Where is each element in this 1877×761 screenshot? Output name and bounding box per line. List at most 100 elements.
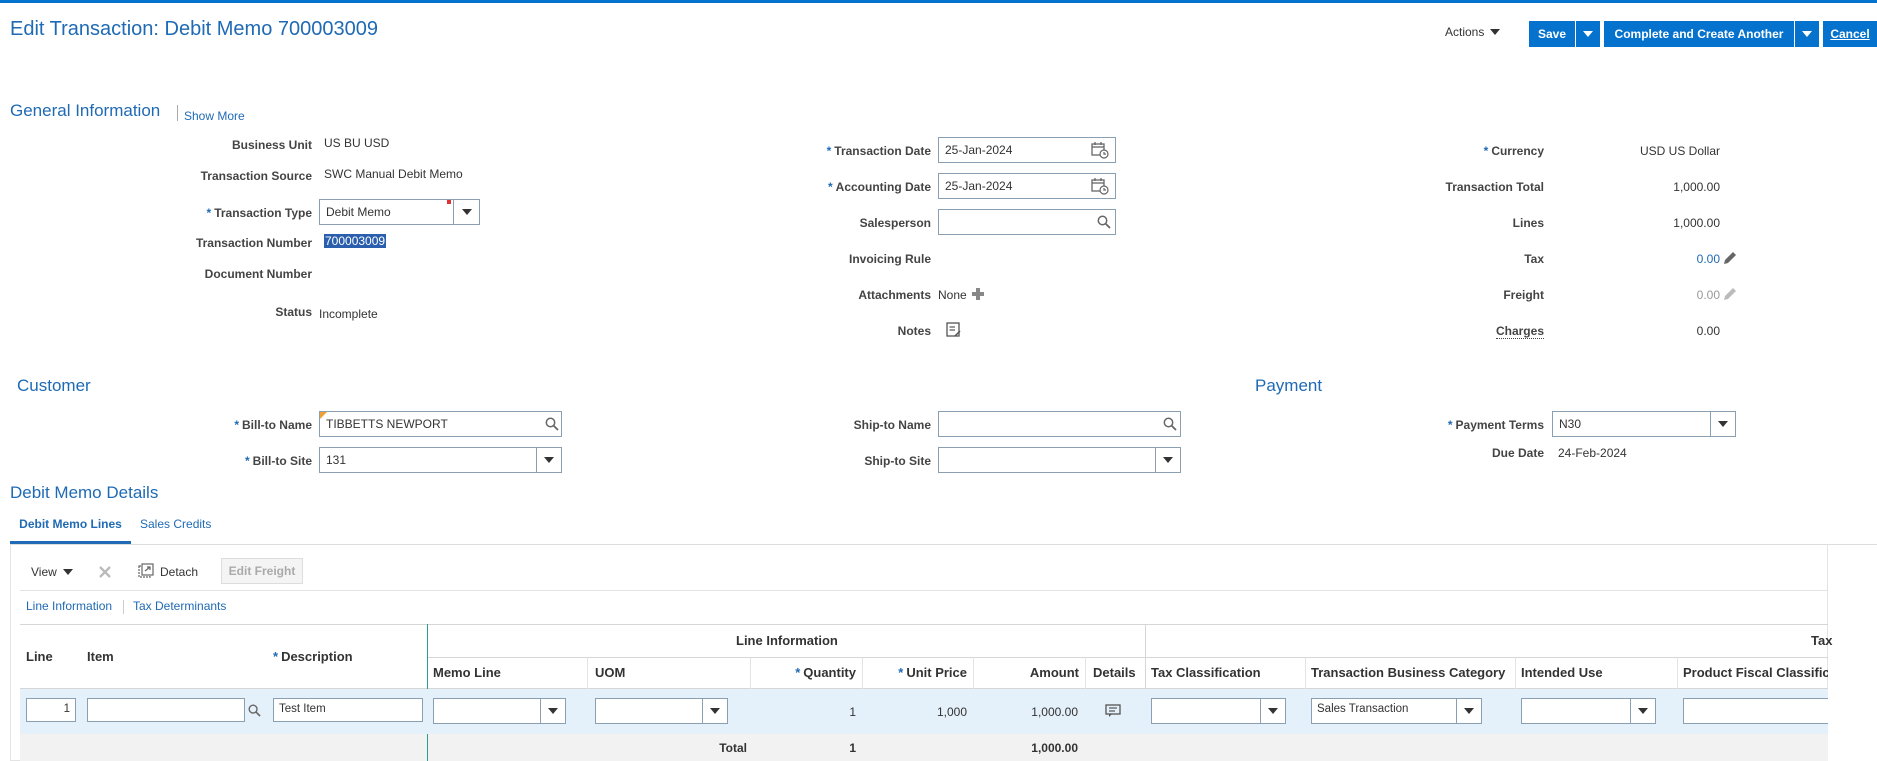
show-more-link[interactable]: Show More	[184, 109, 245, 123]
business-category-select[interactable]: Sales Transaction	[1311, 698, 1457, 724]
col-divider	[862, 657, 863, 689]
col-divider	[1305, 657, 1306, 689]
subtab-divider	[123, 600, 124, 614]
search-icon[interactable]	[545, 417, 559, 431]
subtab-tax-determinants[interactable]: Tax Determinants	[133, 599, 226, 613]
edit-pencil-icon[interactable]	[1722, 250, 1738, 266]
line-number-input[interactable]: 1	[26, 698, 76, 722]
chevron-down-icon	[1802, 31, 1812, 37]
save-menu-button[interactable]	[1576, 21, 1600, 47]
salesperson-input[interactable]	[938, 209, 1116, 235]
tax-classification-select[interactable]	[1151, 698, 1261, 724]
uom-select[interactable]	[595, 698, 703, 724]
transaction-type-select[interactable]: Debit Memo	[319, 199, 454, 225]
calendar-icon[interactable]	[1091, 177, 1109, 195]
ship-to-site-select[interactable]	[938, 447, 1156, 473]
intended-use-select[interactable]	[1521, 698, 1631, 724]
complete-create-another-button[interactable]: Complete and Create Another	[1604, 21, 1794, 47]
payment-terms-label-text: Payment Terms	[1455, 418, 1544, 432]
product-fiscal-classification-input[interactable]	[1683, 698, 1828, 724]
memo-line-dropdown-button[interactable]	[540, 698, 566, 724]
required-marker: *	[826, 144, 832, 158]
required-marker: *	[795, 665, 801, 680]
transaction-date-input[interactable]: 25-Jan-2024	[938, 137, 1116, 163]
bill-to-name-input[interactable]: TIBBETTS NEWPORT	[319, 411, 562, 437]
changed-marker-icon	[320, 412, 327, 419]
details-heading: Debit Memo Details	[10, 483, 159, 502]
attachments-label: Attachments	[858, 288, 931, 302]
status-value: Incomplete	[319, 307, 378, 321]
page-title: Edit Transaction: Debit Memo 700003009	[10, 18, 378, 40]
toolbar-divider	[20, 590, 1828, 591]
charges-label[interactable]: Charges	[1495, 324, 1544, 339]
col-description-text: Description	[281, 649, 353, 664]
search-icon[interactable]	[248, 704, 261, 717]
total-row	[20, 734, 1828, 761]
accounting-date-input[interactable]: 25-Jan-2024	[938, 173, 1116, 199]
tab-debit-memo-lines[interactable]: Debit Memo Lines	[10, 517, 131, 544]
col-memo-line: Memo Line	[433, 665, 501, 680]
tab-sales-credits[interactable]: Sales Credits	[140, 517, 211, 531]
transaction-type-label-text: Transaction Type	[214, 206, 312, 220]
cancel-button[interactable]: Cancel	[1823, 21, 1877, 47]
search-icon[interactable]	[1163, 417, 1177, 431]
bill-to-name-label-text: Bill-to Name	[241, 418, 312, 432]
bill-to-site-dropdown-button[interactable]	[536, 447, 562, 473]
memo-line-select[interactable]	[433, 698, 541, 724]
lines-label: Lines	[1512, 216, 1544, 230]
save-button[interactable]: Save	[1529, 21, 1575, 47]
chevron-down-icon	[1718, 421, 1728, 427]
col-uom: UOM	[595, 665, 626, 680]
col-details: Details	[1093, 665, 1136, 680]
bill-to-site-select[interactable]: 131	[319, 447, 537, 473]
transaction-total-label: Transaction Total	[1445, 180, 1544, 194]
transaction-type-dropdown-button[interactable]	[453, 199, 480, 225]
salesperson-label: Salesperson	[859, 216, 931, 230]
bill-to-site-label: * Bill-to Site	[245, 454, 312, 468]
item-input[interactable]	[87, 698, 245, 722]
search-icon[interactable]	[1097, 215, 1111, 229]
business-category-dropdown-button[interactable]	[1456, 698, 1482, 724]
accounting-date-label-text: Accounting Date	[835, 180, 931, 194]
chevron-down-icon	[62, 569, 73, 575]
ship-to-name-input[interactable]	[938, 411, 1181, 437]
chevron-down-icon	[461, 209, 472, 215]
intended-use-dropdown-button[interactable]	[1630, 698, 1656, 724]
accounting-date-value: 25-Jan-2024	[945, 179, 1013, 193]
transaction-type-label: * Transaction Type	[207, 206, 312, 220]
required-marker: *	[206, 206, 212, 220]
col-quantity-text: Quantity	[803, 665, 856, 680]
transaction-date-value: 25-Jan-2024	[945, 143, 1013, 157]
subtab-line-information[interactable]: Line Information	[26, 599, 112, 613]
description-input[interactable]: Test Item	[273, 698, 423, 722]
uom-dropdown-button[interactable]	[702, 698, 728, 724]
notes-icon[interactable]	[946, 322, 961, 337]
section-divider	[177, 105, 178, 121]
delete-icon	[99, 566, 111, 578]
calendar-icon[interactable]	[1091, 141, 1109, 159]
status-label: Status	[275, 305, 312, 319]
detach-button[interactable]: Detach	[160, 565, 198, 579]
payment-terms-select[interactable]: N30	[1552, 411, 1711, 437]
view-menu[interactable]: View	[31, 565, 73, 579]
details-icon[interactable]	[1105, 704, 1121, 718]
tax-classification-dropdown-button[interactable]	[1260, 698, 1286, 724]
col-divider	[587, 657, 588, 689]
payment-heading: Payment	[1255, 376, 1323, 395]
edit-pencil-icon	[1724, 288, 1736, 300]
payment-terms-dropdown-button[interactable]	[1710, 411, 1736, 437]
description-value: Test Item	[279, 703, 326, 715]
edit-freight-button: Edit Freight	[221, 558, 303, 584]
actions-menu[interactable]: Actions	[1445, 25, 1501, 39]
tax-value[interactable]: 0.00	[1697, 252, 1720, 266]
ship-to-site-dropdown-button[interactable]	[1155, 447, 1181, 473]
col-divider	[1677, 657, 1678, 689]
transaction-number-value[interactable]: 700003009	[324, 234, 387, 248]
tab-label: Debit Memo Lines	[19, 517, 122, 531]
add-attachment-icon[interactable]	[971, 287, 985, 301]
payment-terms-value: N30	[1559, 417, 1582, 431]
detach-icon[interactable]	[138, 563, 154, 579]
currency-label: * Currency	[1484, 144, 1544, 158]
business-category-value: Sales Transaction	[1317, 703, 1409, 715]
complete-menu-button[interactable]	[1795, 21, 1819, 47]
